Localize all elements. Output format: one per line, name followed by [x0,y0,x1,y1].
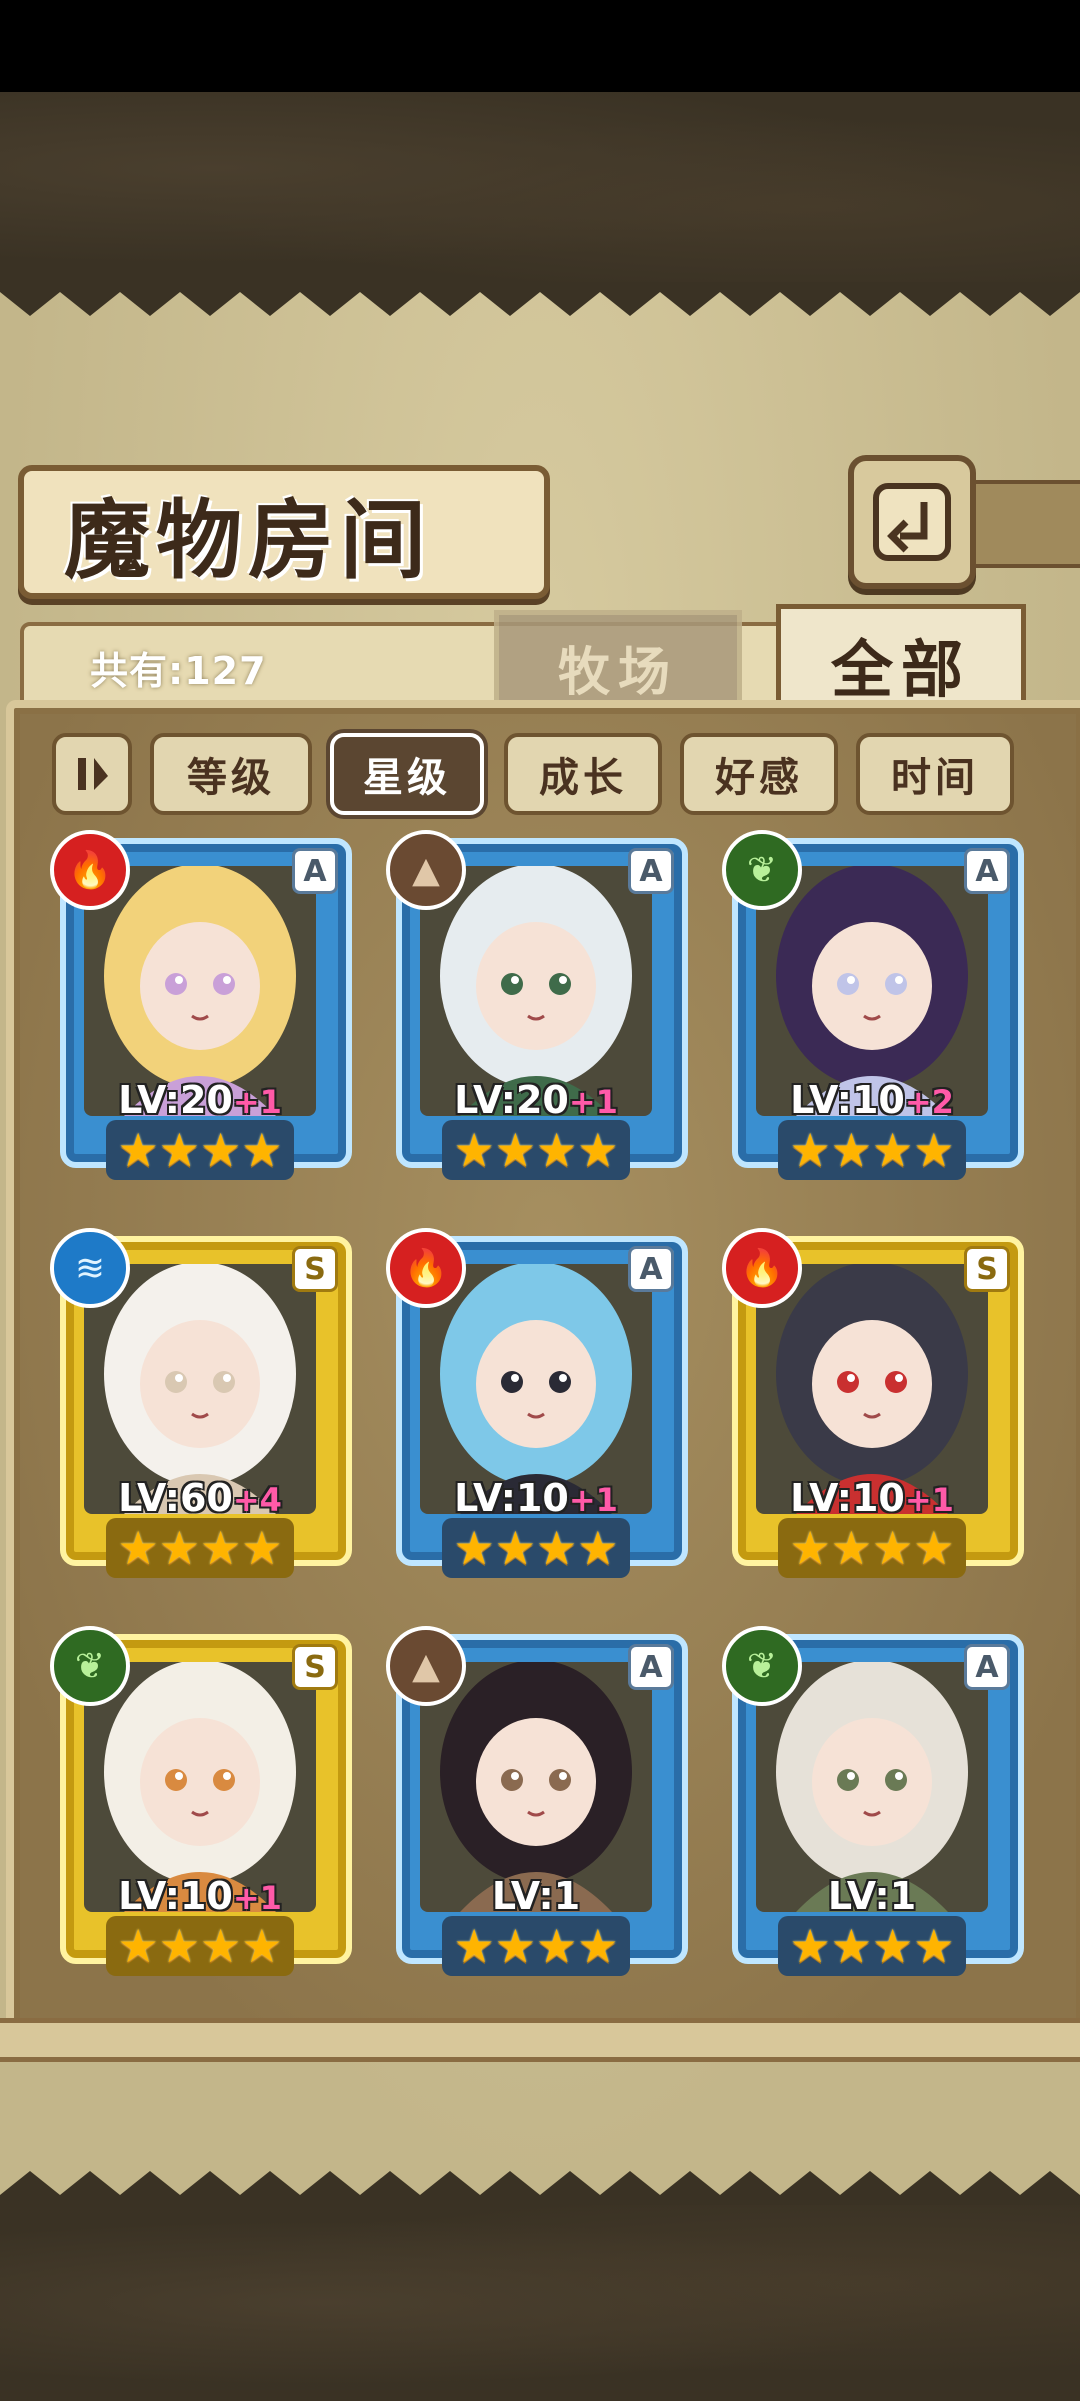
level-label: LV:60+4 [50,1476,350,1520]
level-value: LV:10 [118,1874,233,1918]
star-rating: ★★★★ [778,1120,966,1180]
level-value: LV:20 [118,1078,233,1122]
rank-badge: S [292,1644,338,1690]
level-bonus: +1 [568,1481,618,1519]
sort-affection-button[interactable]: 好感 [680,733,838,815]
earth-element-icon: ▲ [386,1626,466,1706]
level-label: LV:10+1 [722,1476,1022,1520]
torn-edge-bottom [0,2171,1080,2205]
monster-card[interactable]: A ▲ LV:1 ★★★★ [386,1626,688,1984]
level-value: LV:10 [454,1476,569,1520]
earth-element-icon: ▲ [386,830,466,910]
level-bonus: +1 [232,1083,282,1121]
star-rating: ★★★★ [106,1518,294,1578]
panel-bottom-rail [0,2018,1080,2062]
rank-badge: A [628,848,674,894]
fire-element-icon: 🔥 [386,1228,466,1308]
rank-badge: S [292,1246,338,1292]
monster-card[interactable]: S ≋ LV:60+4 ★★★★ [50,1228,352,1586]
monster-card[interactable]: A 🔥 LV:10+1 ★★★★ [386,1228,688,1586]
sort-order-icon [78,758,108,790]
level-value: LV:1 [491,1874,581,1918]
level-value: LV:20 [454,1078,569,1122]
star-rating: ★★★★ [778,1518,966,1578]
star-rating: ★★★★ [778,1916,966,1976]
monster-card[interactable]: A ❦ LV:10+2 ★★★★ [722,830,1024,1188]
status-bar [0,0,1080,92]
fire-element-icon: 🔥 [50,830,130,910]
rank-badge: A [964,1644,1010,1690]
page-title: 魔物房间 [64,489,432,591]
level-label: LV:10+1 [50,1874,350,1918]
level-label: LV:1 [386,1874,686,1918]
wood-element-icon: ❦ [50,1626,130,1706]
monster-count: 共有:127 [90,649,267,693]
star-rating: ★★★★ [106,1916,294,1976]
wood-element-icon: ❦ [722,830,802,910]
level-label: LV:10+1 [386,1476,686,1520]
sort-time-button[interactable]: 时间 [856,733,1014,815]
monster-card[interactable]: S 🔥 LV:10+1 ★★★★ [722,1228,1024,1586]
level-bonus: +1 [568,1083,618,1121]
level-label: LV:1 [722,1874,1022,1918]
level-label: LV:20+1 [386,1078,686,1122]
title-plate: 魔物房间 [18,465,550,599]
star-rating: ★★★★ [442,1916,630,1976]
return-arrow-icon [873,483,951,561]
background-map-bottom [0,2205,1080,2401]
level-label: LV:10+2 [722,1078,1022,1122]
water-element-icon: ≋ [50,1228,130,1308]
rank-badge: A [628,1246,674,1292]
rank-badge: A [628,1644,674,1690]
sort-level-button[interactable]: 等级 [150,733,312,815]
level-bonus: +1 [232,1879,282,1917]
back-button[interactable] [848,455,976,589]
level-bonus: +4 [232,1481,282,1519]
monster-card[interactable]: A 🔥 LV:20+1 ★★★★ [50,830,352,1188]
sort-growth-button[interactable]: 成长 [504,733,662,815]
level-value: LV:10 [790,1476,905,1520]
monster-card[interactable]: A ❦ LV:1 ★★★★ [722,1626,1024,1984]
sort-order-toggle[interactable] [52,733,132,815]
level-bonus: +2 [904,1083,954,1121]
star-rating: ★★★★ [106,1120,294,1180]
rank-badge: A [292,848,338,894]
rank-badge: S [964,1246,1010,1292]
level-bonus: +1 [904,1481,954,1519]
back-button-rail [960,480,1080,568]
star-rating: ★★★★ [442,1518,630,1578]
level-value: LV:60 [118,1476,233,1520]
level-label: LV:20+1 [50,1078,350,1122]
fire-element-icon: 🔥 [722,1228,802,1308]
rank-badge: A [964,848,1010,894]
star-rating: ★★★★ [442,1120,630,1180]
torn-edge-top [0,282,1080,316]
background-map-top [0,92,1080,282]
level-value: LV:10 [790,1078,905,1122]
wood-element-icon: ❦ [722,1626,802,1706]
monster-card[interactable]: A ▲ LV:20+1 ★★★★ [386,830,688,1188]
level-value: LV:1 [827,1874,917,1918]
sort-star-button[interactable]: 星级 [330,733,484,815]
monster-card[interactable]: S ❦ LV:10+1 ★★★★ [50,1626,352,1984]
